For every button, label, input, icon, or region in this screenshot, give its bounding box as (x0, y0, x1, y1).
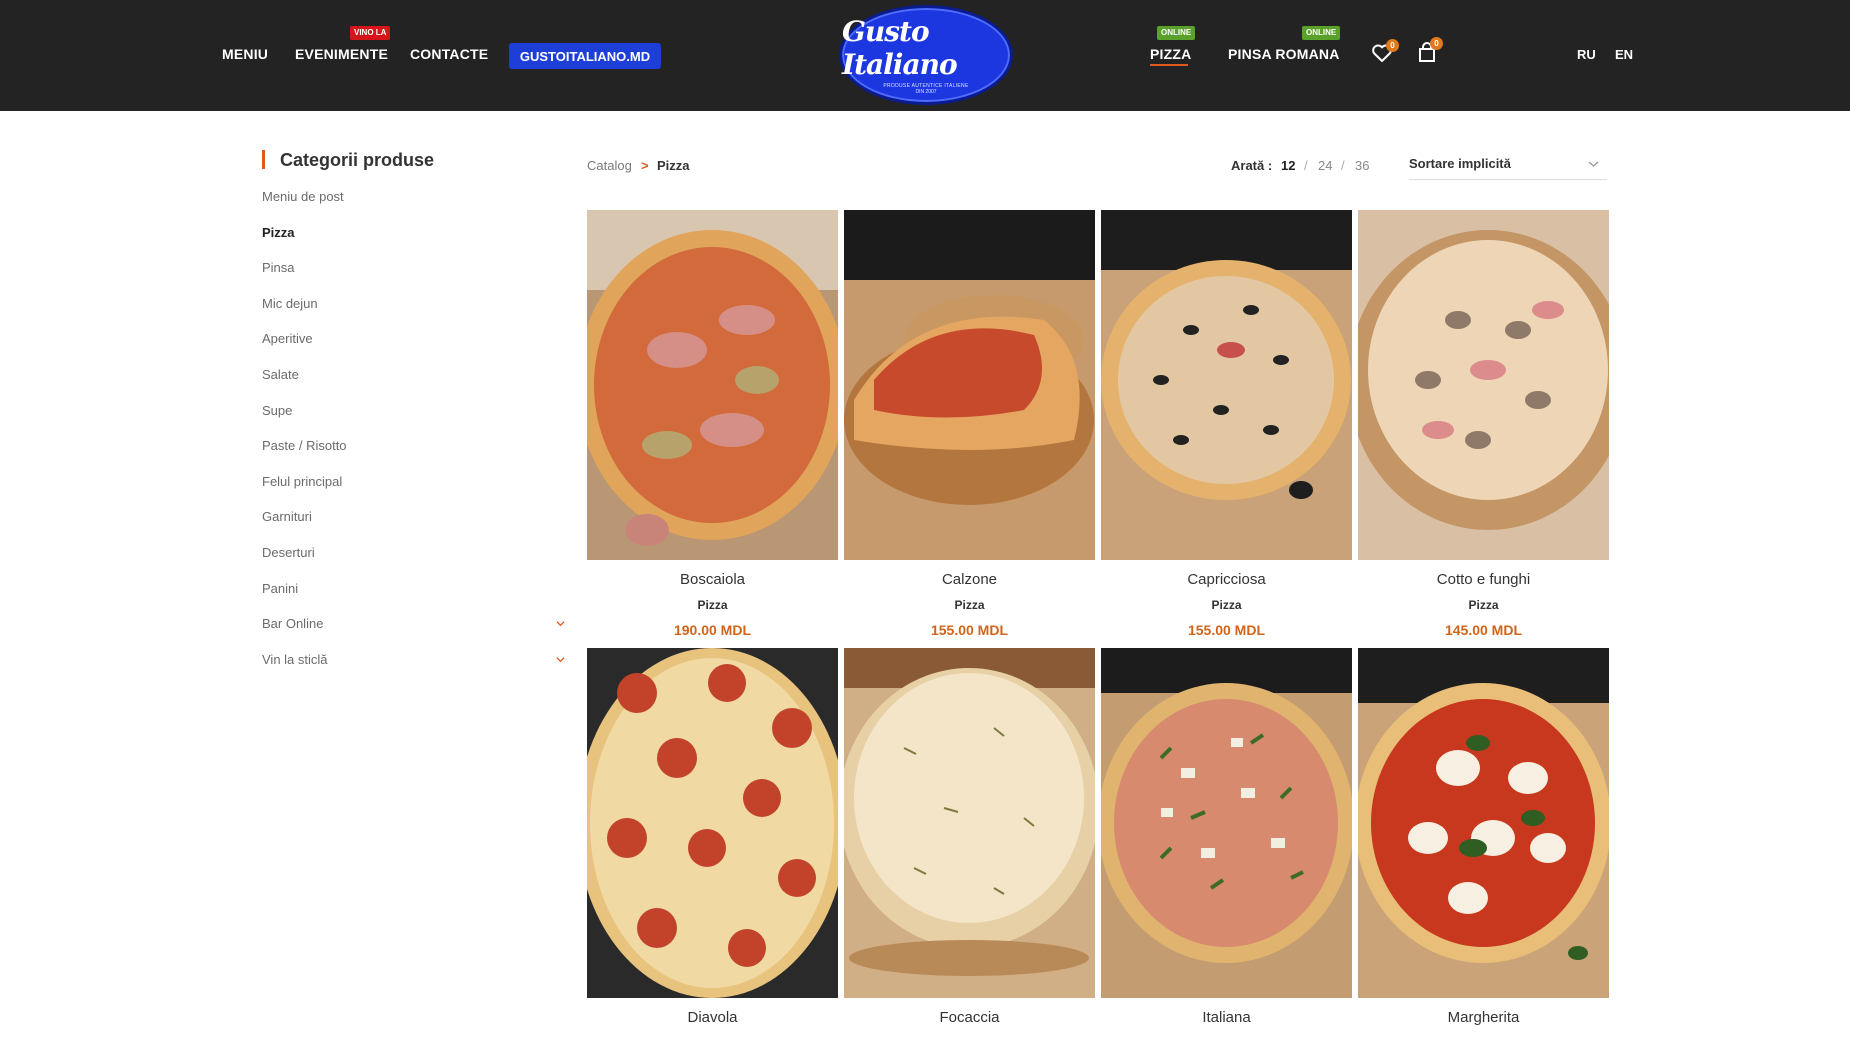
pinsa-online-badge: ONLINE (1302, 26, 1341, 40)
breadcrumb-catalog-link[interactable]: Catalog (587, 158, 632, 173)
pizza-ham-artichoke-image (587, 210, 838, 560)
product-price: 155.00 MDL (930, 622, 1009, 638)
category-panini[interactable]: Panini (262, 581, 298, 596)
language-ru-link[interactable]: RU (1577, 47, 1596, 62)
cart-count: 0 (1430, 37, 1443, 50)
product-image[interactable] (844, 648, 1095, 998)
product-name[interactable]: Calzone (844, 571, 1095, 588)
product-image[interactable] (844, 210, 1095, 560)
product-category[interactable]: Pizza (844, 598, 1095, 612)
nav-pinsa-romana-link[interactable]: PINSA ROMANA (1228, 46, 1340, 62)
category-vin-la-sticla[interactable]: Vin la sticlă (262, 652, 328, 667)
product-price: 145.00 MDL (1444, 622, 1523, 638)
vin-chevron-down-icon[interactable] (556, 655, 565, 664)
sort-select-value: Sortare implicită (1409, 156, 1511, 171)
product-image[interactable] (587, 210, 838, 560)
nav-active-indicator (1150, 64, 1188, 66)
events-badge: VINO LA (350, 26, 391, 40)
pizza-margherita-image (1358, 648, 1609, 998)
cart-button[interactable]: 0 (1418, 37, 1443, 68)
breadcrumb-current: Pizza (657, 158, 690, 173)
category-deserturi[interactable]: Deserturi (262, 545, 315, 560)
product-name[interactable]: Margherita (1358, 1009, 1609, 1026)
bar-online-chevron-down-icon[interactable] (556, 619, 565, 628)
product-image[interactable] (1358, 648, 1609, 998)
wishlist-count: 0 (1386, 39, 1399, 52)
category-pizza[interactable]: Pizza (262, 225, 295, 240)
product-category[interactable]: Pizza (1101, 598, 1352, 612)
per-page-divider: / (1341, 158, 1345, 173)
product-name[interactable]: Diavola (587, 1009, 838, 1026)
product-image[interactable] (1101, 648, 1352, 998)
breadcrumb-separator: > (641, 158, 649, 173)
category-pinsa[interactable]: Pinsa (262, 260, 295, 275)
nav-menu-link[interactable]: MENIU (222, 46, 268, 62)
pizza-pepperoni-image (587, 648, 838, 998)
product-image[interactable] (1101, 210, 1352, 560)
product-image[interactable] (587, 648, 838, 998)
product-category[interactable]: Pizza (1358, 598, 1609, 612)
per-page-36[interactable]: 36 (1355, 158, 1369, 173)
product-name[interactable]: Capricciosa (1101, 571, 1352, 588)
category-mic-dejun[interactable]: Mic dejun (262, 296, 318, 311)
pizza-olives-image (1101, 210, 1352, 560)
wishlist-button[interactable]: 0 (1372, 39, 1399, 67)
category-garnituri[interactable]: Garnituri (262, 509, 312, 524)
nav-contacts-link[interactable]: CONTACTE (410, 46, 488, 62)
language-en-link[interactable]: EN (1615, 47, 1633, 62)
per-page-divider: / (1304, 158, 1308, 173)
logo-since: DIN 2007 (915, 89, 937, 95)
category-paste-risotto[interactable]: Paste / Risotto (262, 438, 347, 453)
pizza-ham-mushroom-image (1358, 210, 1609, 560)
product-image[interactable] (1358, 210, 1609, 560)
category-felul-principal[interactable]: Felul principal (262, 474, 342, 489)
product-name[interactable]: Cotto e funghi (1358, 571, 1609, 588)
category-salate[interactable]: Salate (262, 367, 299, 382)
product-price: 190.00 MDL (673, 622, 752, 638)
category-bar-online[interactable]: Bar Online (262, 616, 323, 631)
gusto-italiano-logo[interactable]: Gusto Italiano PRODUSE AUTENTICE ITALIEN… (839, 5, 1013, 105)
site-home-button[interactable]: GUSTOITALIANO.MD (509, 43, 661, 69)
focaccia-image (844, 648, 1095, 998)
top-navigation-bar: MENIU VINO LA EVENIMENTE CONTACTE GUSTOI… (0, 0, 1850, 111)
product-category[interactable]: Pizza (587, 598, 838, 612)
category-meniu-de-post[interactable]: Meniu de post (262, 189, 344, 204)
pizza-online-badge: ONLINE (1157, 26, 1196, 40)
calzone-image (844, 210, 1095, 560)
product-name[interactable]: Boscaiola (587, 571, 838, 588)
chevron-down-icon (1588, 161, 1599, 167)
per-page-24[interactable]: 24 (1318, 158, 1332, 173)
sidebar-title: Categorii produse (280, 150, 435, 170)
pizza-rucola-parmesan-image (1101, 648, 1352, 998)
sort-select[interactable]: Sortare implicită (1409, 154, 1607, 180)
nav-pizza-link[interactable]: PIZZA (1150, 46, 1191, 62)
nav-events-link[interactable]: EVENIMENTE (295, 46, 388, 62)
product-name[interactable]: Italiana (1101, 1009, 1352, 1026)
category-supe[interactable]: Supe (262, 403, 292, 418)
category-aperitive[interactable]: Aperitive (262, 331, 313, 346)
logo-text: Gusto Italiano (842, 15, 958, 81)
per-page-12[interactable]: 12 (1281, 158, 1295, 173)
product-name[interactable]: Focaccia (844, 1009, 1095, 1026)
product-price: 155.00 MDL (1187, 622, 1266, 638)
sidebar-title-accent (262, 150, 265, 169)
per-page-label: Arată : (1231, 158, 1273, 173)
